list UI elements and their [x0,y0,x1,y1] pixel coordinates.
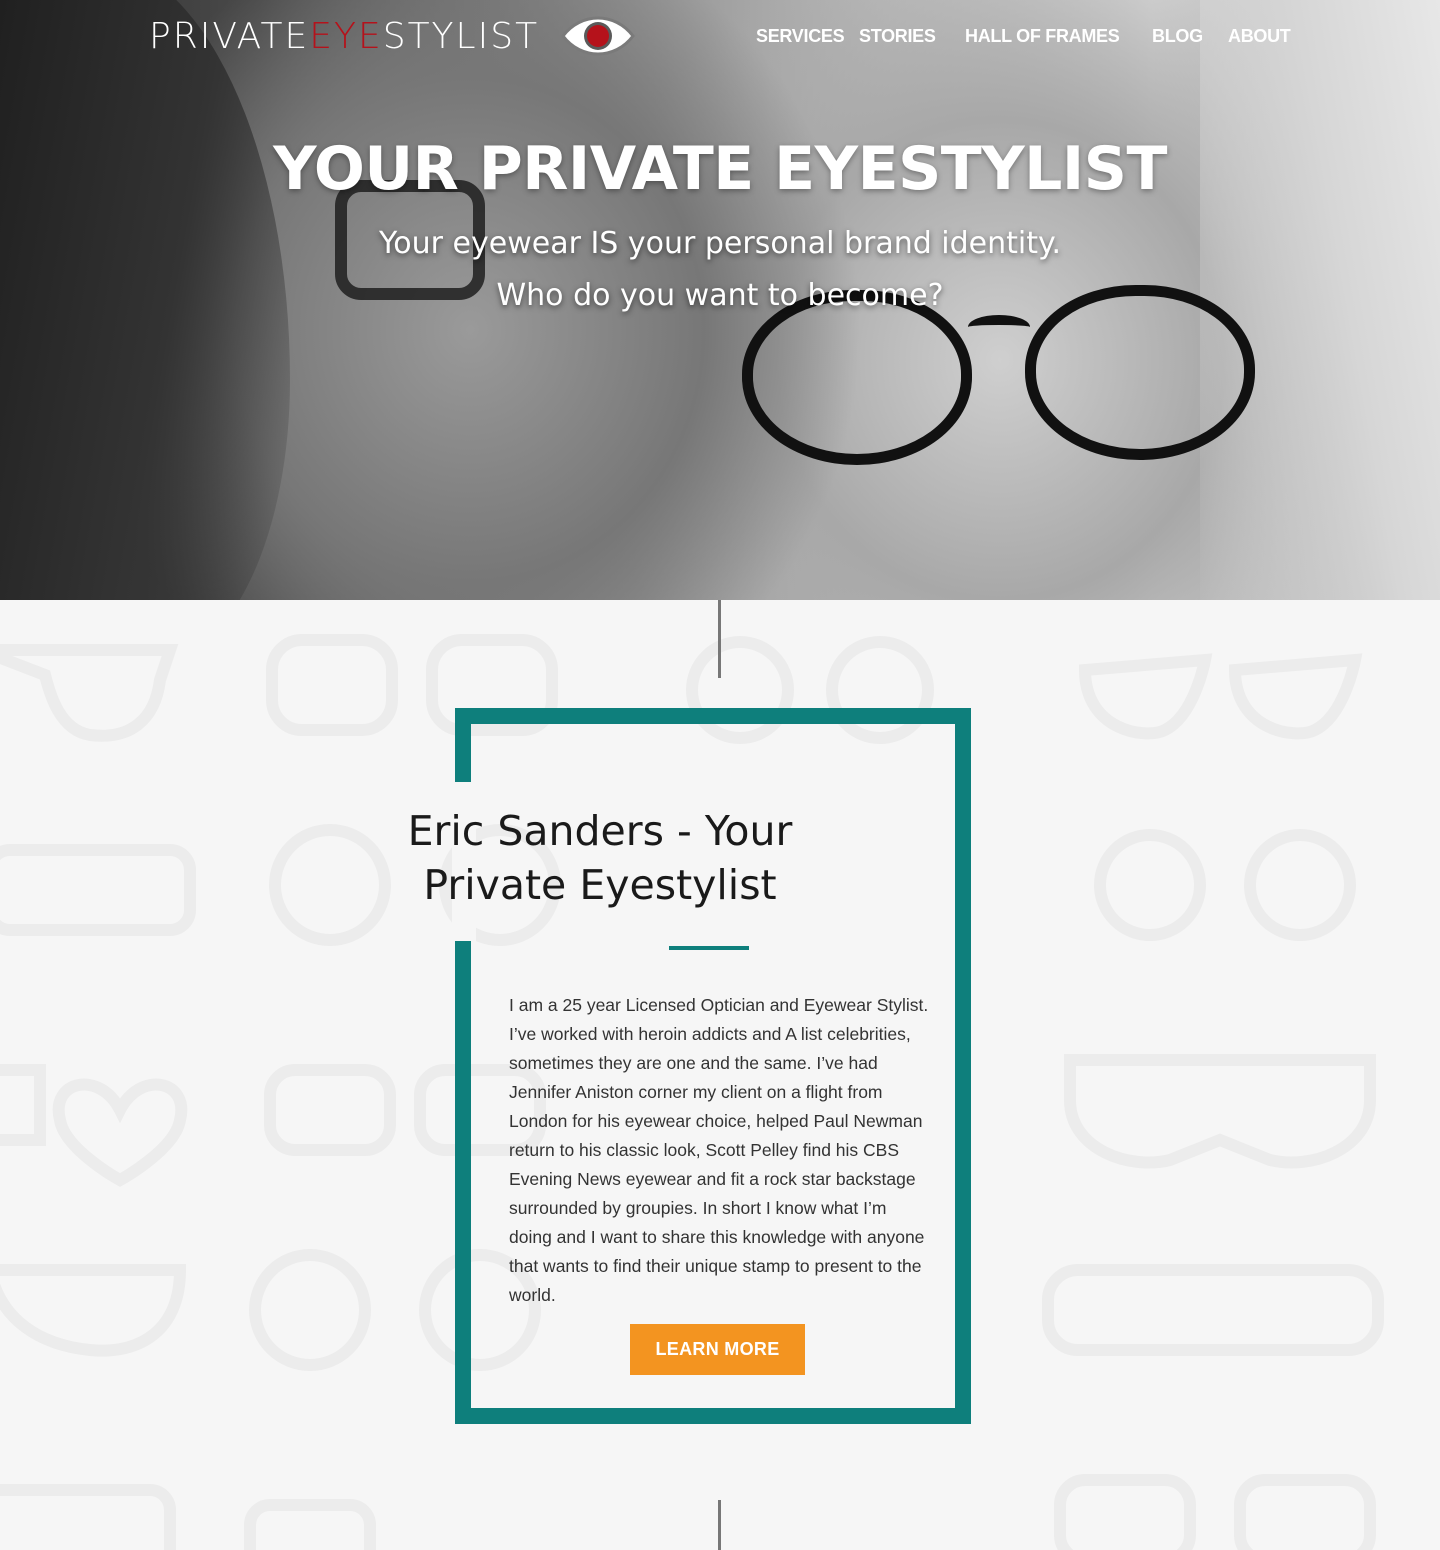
hero-section: YOUR PRIVATE EYESTYLIST Your eyewear IS … [0,0,1440,600]
hero-subtitle-line1: Your eyewear IS your personal brand iden… [378,226,1062,261]
hero-glasses-bridge [968,315,1030,339]
about-body: I am a 25 year Licensed Optician and Eye… [509,995,929,1305]
nav-about[interactable]: ABOUT [1228,26,1291,47]
nav-hall-of-frames[interactable]: HALL OF FRAMES [965,26,1120,47]
nav-blog[interactable]: BLOG [1152,26,1203,47]
about-title-underline [669,946,749,950]
nav-services[interactable]: SERVICES [756,26,845,47]
timeline-connector-bottom [718,1500,721,1550]
main-nav: SERVICES STORIES HALL OF FRAMES BLOG ABO… [0,26,1440,52]
hero-glasses-lens-left [742,290,972,465]
timeline-connector-top [718,600,721,678]
about-title: Eric Sanders - Your Private Eyestylist [407,807,793,909]
nav-stories[interactable]: STORIES [859,26,936,47]
hero-subtitle-line2: Who do you want to become? [496,278,944,313]
learn-more-button[interactable]: LEARN MORE [630,1324,805,1375]
hero-title: YOUR PRIVATE EYESTYLIST [273,134,1167,204]
